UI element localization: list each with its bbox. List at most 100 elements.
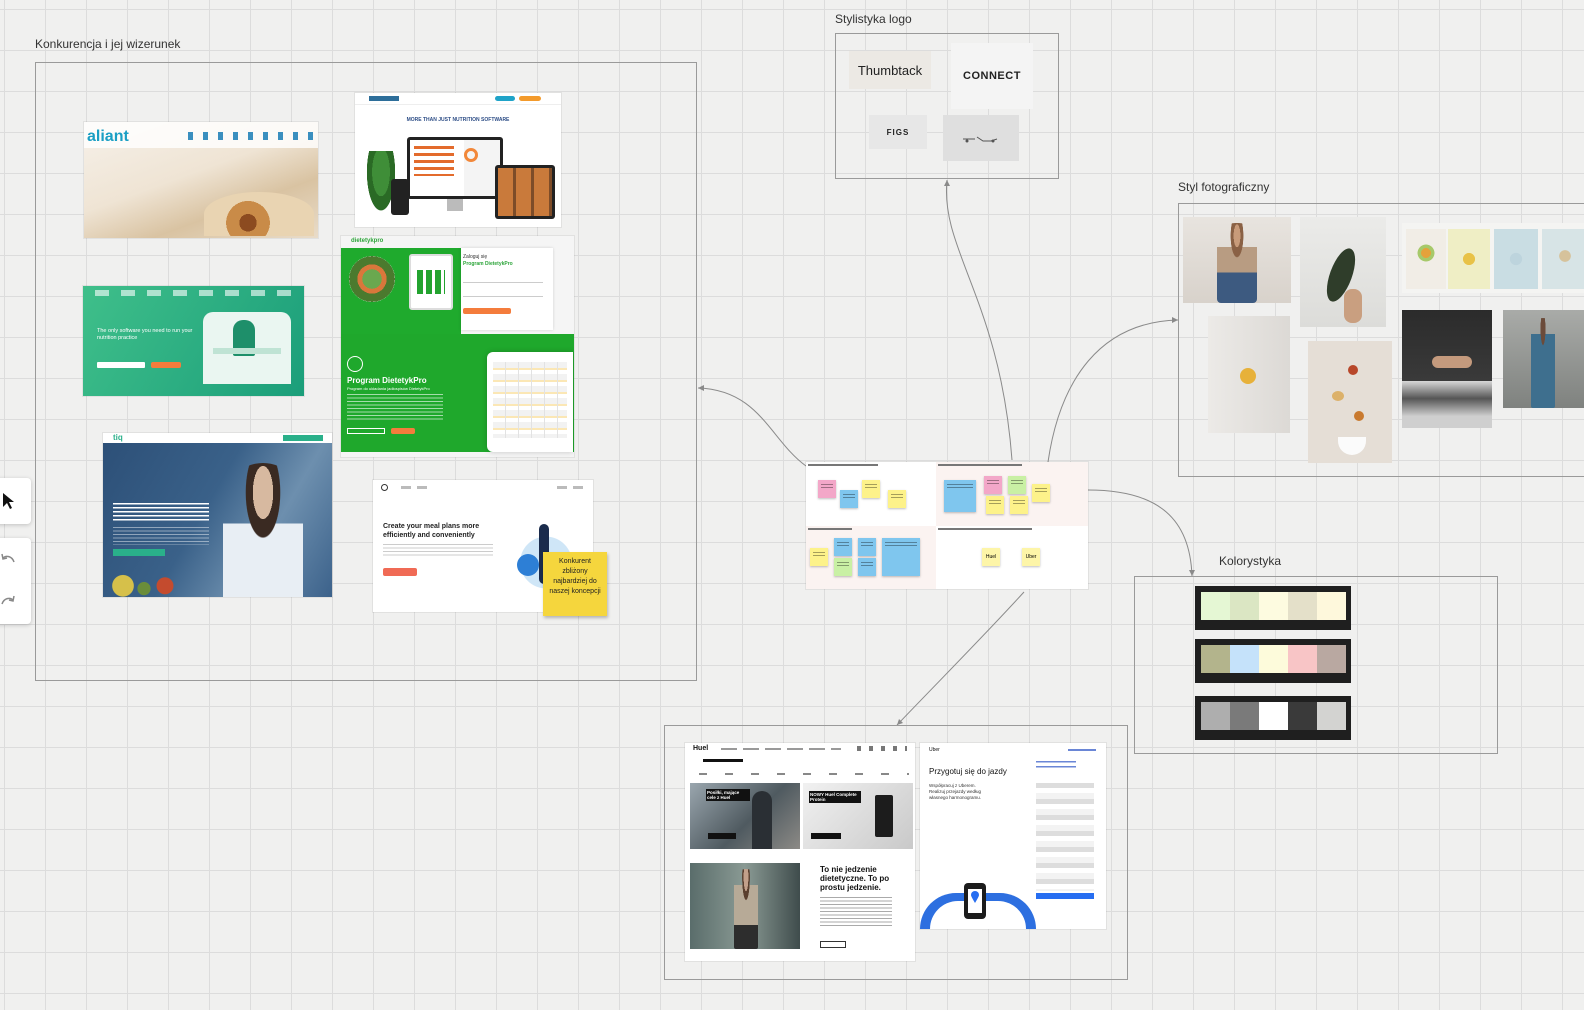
competitor-sticky-note[interactable]: Konkurent zbliżony najbardziej do naszej… (543, 552, 607, 616)
huel-headline: To nie jedzenie dietetyczne. To po prost… (820, 865, 890, 893)
connect-logo[interactable]: CONNECT (951, 43, 1033, 109)
sticky-yellow[interactable] (862, 480, 880, 498)
sticky-blue[interactable] (834, 538, 852, 556)
mealplan-cta (383, 568, 417, 576)
color-palette-1[interactable] (1195, 586, 1351, 630)
green-site-illustration (203, 312, 291, 384)
sticky-yellow[interactable] (888, 490, 906, 508)
huel-body-text (820, 897, 892, 927)
frame-label-logo: Stylistyka logo (835, 12, 912, 26)
dietetykpro-login-field-2 (463, 296, 543, 297)
palette-2-swatch-5 (1317, 645, 1346, 673)
palette-2-swatch-4 (1288, 645, 1317, 673)
dietetykpro-login-title: Zaloguj się (463, 254, 488, 260)
sticky-yellow[interactable] (1032, 484, 1050, 502)
sticky-pink[interactable] (984, 476, 1002, 494)
sticky-yellow[interactable] (1010, 496, 1028, 514)
nutritio-screenshot[interactable]: MORE THAN JUST NUTRITION SOFTWARE (355, 93, 561, 227)
huel-nav (721, 748, 841, 750)
uber-nav-right (1068, 749, 1096, 751)
figs-logo[interactable]: FIGS (869, 115, 927, 149)
nutritio-nav-button-2 (519, 96, 541, 101)
palette-1-swatch-5 (1317, 592, 1346, 620)
huel-underline (703, 759, 743, 762)
competitor-sticky-text: Konkurent zbliżony najbardziej do naszej… (549, 558, 601, 596)
brainstorm-board[interactable]: Huel Uber (806, 462, 1088, 589)
dietetykpro-banner-subtitle: Program do układania jadłospisów Dietety… (347, 386, 430, 391)
photo-woman-sitting[interactable] (1183, 217, 1291, 303)
palette-3-swatch-4 (1288, 702, 1317, 730)
photo-falling-food[interactable] (1308, 341, 1392, 463)
mealplan-headline: Create your meal plans more efficiently … (383, 523, 480, 540)
nutritio-tablet (495, 165, 555, 219)
sticky-pink[interactable] (818, 480, 836, 498)
sticky-yellow[interactable] (986, 496, 1004, 514)
huel-woman-image (690, 863, 800, 949)
scooter-icon (963, 136, 998, 143)
sticky-uber[interactable]: Uber (1022, 548, 1040, 566)
sticky-green[interactable] (1008, 476, 1026, 494)
connector-to-bottom-sites (896, 591, 1025, 726)
uber-form (1036, 761, 1096, 911)
green-site-nav (95, 290, 291, 296)
mealplan-body (383, 544, 493, 558)
photo-woman-fitness[interactable] (1503, 310, 1584, 408)
green-site-input (97, 362, 145, 368)
green-site-cta (151, 362, 181, 368)
board-quadrant-4 (936, 526, 1088, 589)
sticky-yellow[interactable] (810, 548, 828, 566)
mealplan-logo-icon (381, 484, 388, 491)
photo-hand-shadow[interactable] (1402, 310, 1492, 428)
nutritio-headline: MORE THAN JUST NUTRITION SOFTWARE (406, 117, 510, 123)
nutrition-practice-screenshot[interactable]: The only software you need to run your n… (83, 286, 304, 396)
palette-2-swatch-3 (1259, 645, 1288, 673)
palette-3-swatch-5 (1317, 702, 1346, 730)
scooter-logo[interactable] (943, 115, 1019, 161)
dietetykpro-banner-cta (391, 428, 415, 434)
frame-label-competitors: Konkurencja i jej wizerunek (35, 37, 181, 51)
connector-to-photo (1047, 319, 1179, 463)
dietetykpro-login-subtitle: Program DietetykPro (463, 261, 513, 267)
connector-to-logo (945, 179, 1013, 461)
photo-food-grid[interactable] (1402, 223, 1584, 293)
dietetykpro-tablet (409, 254, 453, 310)
uber-map-illustration (920, 883, 1036, 929)
photo-hand-leaf[interactable] (1300, 217, 1386, 327)
tiq-woman (223, 463, 303, 597)
uber-screenshot[interactable]: Uber Przygotuj się do jazdy Współpracuj … (920, 743, 1106, 929)
dietetykpro-banner-title: Program DietetykPro (347, 376, 427, 385)
sticky-uber-label: Uber (1022, 548, 1040, 566)
dietetykpro-brand: dietetykpro (351, 238, 384, 244)
tiq-screenshot[interactable]: tiq (103, 433, 332, 597)
uber-headline: Przygotuj się do jazdy (929, 767, 1007, 776)
aliant-nav-icons (188, 132, 314, 140)
sticky-blue-large[interactable] (882, 538, 920, 576)
huel-card-2-title: NOWY Huel Complete Protein (809, 791, 861, 803)
sticky-blue[interactable] (840, 490, 858, 508)
uber-subtext: Współpracuj z Uberem. Realizuj przejazdy… (929, 783, 982, 800)
thumbtack-logo[interactable]: Thumbtack (849, 51, 931, 89)
dietetykpro-screenshot[interactable]: dietetykpro Zaloguj się Program Dietetyk… (341, 236, 574, 457)
photo-hand-fruit[interactable] (1208, 316, 1290, 433)
huel-screenshot[interactable]: Huel Posiłki, mające cele z Huel NOWY Hu… (685, 743, 915, 961)
color-palette-2[interactable] (1195, 639, 1351, 683)
sticky-blue[interactable] (858, 558, 876, 576)
sticky-blue-large[interactable] (944, 480, 976, 512)
aliant-screenshot[interactable]: aliant (84, 122, 318, 238)
frame-label-colors: Kolorystyka (1219, 554, 1282, 568)
sticky-blue[interactable] (858, 538, 876, 556)
palette-3-swatch-3 (1259, 702, 1288, 730)
board-q3-title (808, 528, 852, 530)
dietetykpro-banner-button (347, 428, 385, 434)
mealplan-nav-right (557, 486, 585, 489)
cursor-icon[interactable] (2, 492, 16, 510)
huel-card-1-title: Posiłki, mające cele z Huel (706, 789, 750, 801)
redo-icon[interactable] (0, 594, 16, 606)
color-palette-3[interactable] (1195, 696, 1351, 740)
undo-icon[interactable] (0, 552, 16, 564)
huel-category-bar (699, 773, 909, 775)
sticky-green[interactable] (834, 558, 852, 576)
uber-logo: Uber (929, 747, 940, 753)
sticky-huel[interactable]: Huel (982, 548, 1000, 566)
palette-1-swatch-3 (1259, 592, 1288, 620)
